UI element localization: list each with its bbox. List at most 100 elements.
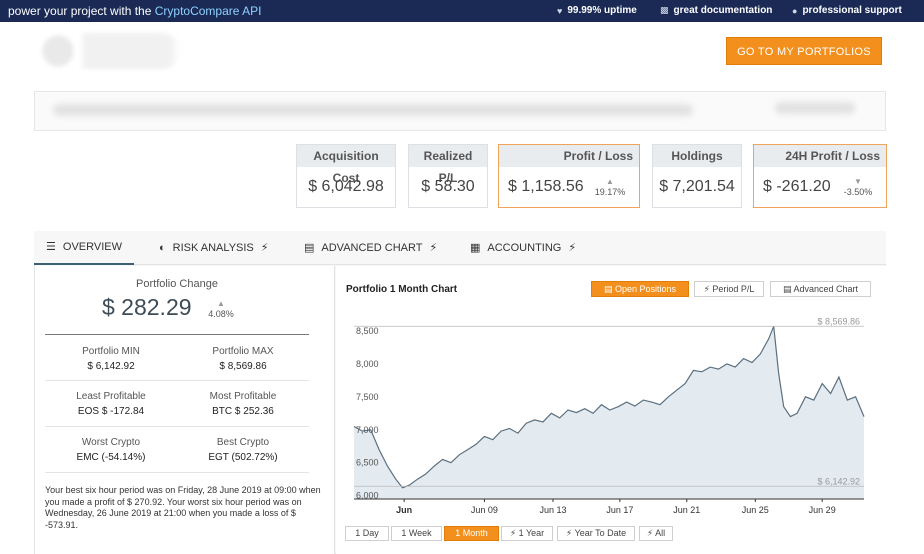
perk-uptime: ♥ 99.99% uptime bbox=[557, 5, 637, 16]
least-profitable: Least Profitable EOS $ -172.84 bbox=[45, 391, 177, 417]
chat-icon: ● bbox=[792, 5, 798, 16]
range-1-week[interactable]: 1 Week bbox=[391, 526, 442, 541]
worst-crypto-value: EMC (-54.14%) bbox=[76, 452, 146, 463]
y-tick-label: 6,500 bbox=[356, 458, 379, 468]
portfolio-max-label: Portfolio MAX bbox=[212, 346, 274, 357]
heart-icon: ♥ bbox=[557, 5, 563, 16]
stat-realized-pl: Realized P/L $ 58.30 bbox=[408, 144, 488, 208]
portfolio-change-pct: ▲ 4.08% bbox=[205, 298, 237, 320]
tab-label: OVERVIEW bbox=[62, 241, 122, 253]
bolt-icon: ⚡︎ bbox=[646, 528, 654, 538]
y-tick-label: 7,500 bbox=[356, 392, 379, 402]
promo-bar: power your project with the CryptoCompar… bbox=[0, 0, 924, 22]
caret-up-icon: ▲ bbox=[606, 177, 614, 186]
book-icon: ▩ bbox=[660, 5, 669, 15]
stat-acquisition-cost: Acquisition Cost $ 6,042.98 bbox=[296, 144, 396, 208]
stat-value: $ 6,042.98 bbox=[308, 178, 384, 195]
x-tick-label: Jun 13 bbox=[539, 505, 566, 515]
divider bbox=[45, 380, 309, 381]
perk-support-label: professional support bbox=[802, 5, 902, 16]
x-tick-label: Jun 25 bbox=[742, 505, 769, 515]
divider bbox=[45, 334, 309, 335]
range-year-to-date[interactable]: ⚡︎ Year To Date bbox=[557, 526, 635, 541]
y-tick-label: 8,000 bbox=[356, 359, 379, 369]
promo-prefix: power your project with the bbox=[8, 4, 155, 18]
range-1-day[interactable]: 1 Day bbox=[345, 526, 389, 541]
range-all-label: All bbox=[655, 528, 666, 538]
min-label: $ 6,142.92 bbox=[817, 476, 860, 486]
stat-value: $ 7,201.54 bbox=[659, 178, 735, 195]
stat-label: Holdings bbox=[653, 145, 741, 167]
tab-label: ACCOUNTING bbox=[487, 242, 562, 254]
best-crypto: Best Crypto EGT (502.72%) bbox=[177, 437, 309, 463]
x-tick-label: Jun 17 bbox=[606, 505, 633, 515]
perk-documentation-label: great documentation bbox=[673, 5, 773, 16]
pie-icon: ◐ bbox=[159, 242, 166, 254]
x-tick-label: Jun 21 bbox=[673, 505, 700, 515]
tab-label: RISK ANALYSIS bbox=[172, 242, 254, 254]
stat-holdings: Holdings $ 7,201.54 bbox=[652, 144, 742, 208]
least-profitable-value: EOS $ -172.84 bbox=[77, 406, 145, 417]
perk-uptime-label: 99.99% uptime bbox=[567, 5, 637, 16]
stat-profit-loss: Profit / Loss $ 1,158.56 ▲ 19.17% bbox=[498, 144, 640, 208]
range-year-to-date-label: Year To Date bbox=[574, 528, 627, 538]
tab-risk-analysis[interactable]: ◐ RISK ANALYSIS ⚡︎ bbox=[159, 231, 269, 265]
x-tick-label: Jun 09 bbox=[471, 505, 498, 515]
portfolio-max: Portfolio MAX $ 8,569.86 bbox=[177, 346, 309, 372]
promo-text[interactable]: power your project with the CryptoCompar… bbox=[8, 4, 261, 18]
portfolio-change-value: $ 282.29 bbox=[102, 294, 192, 320]
divider bbox=[45, 426, 309, 427]
range-1-month[interactable]: 1 Month bbox=[444, 526, 499, 541]
tab-accounting[interactable]: ▦ ACCOUNTING ⚡︎ bbox=[470, 231, 576, 265]
worst-crypto: Worst Crypto EMC (-54.14%) bbox=[45, 437, 177, 463]
portfolio-min-value: $ 6,142.92 bbox=[87, 361, 135, 372]
portfolio-min: Portfolio MIN $ 6,142.92 bbox=[45, 346, 177, 372]
most-profitable: Most Profitable BTC $ 252.36 bbox=[177, 391, 309, 417]
blurred-banner bbox=[34, 91, 886, 131]
caret-up-icon: ▲ bbox=[217, 299, 225, 308]
divider bbox=[45, 472, 309, 473]
perk-documentation: ▩ great documentation bbox=[660, 5, 772, 16]
stat-24h-profit-loss: 24H Profit / Loss $ -261.20 ▼ -3.50% bbox=[753, 144, 887, 208]
tab-overview[interactable]: ☰ OVERVIEW bbox=[34, 231, 134, 265]
best-crypto-label: Best Crypto bbox=[216, 437, 270, 448]
stat-label: Profit / Loss bbox=[499, 145, 639, 167]
bolt-icon: ⚡︎ bbox=[509, 528, 517, 538]
y-tick-label: 6,000 bbox=[356, 491, 379, 501]
x-tick-label: Jun 29 bbox=[809, 505, 836, 515]
stat-label: Acquisition Cost bbox=[297, 145, 395, 185]
six-hour-summary-note: Your best six hour period was on Friday,… bbox=[45, 485, 321, 530]
stat-label: 24H Profit / Loss bbox=[754, 145, 886, 167]
max-label: $ 8,569.86 bbox=[817, 316, 860, 326]
x-tick-label: Jun bbox=[396, 505, 412, 515]
stat-value: $ 58.30 bbox=[421, 178, 475, 195]
least-profitable-label: Least Profitable bbox=[76, 391, 146, 402]
range-all[interactable]: ⚡︎ All bbox=[639, 526, 673, 541]
range-1-year[interactable]: ⚡︎ 1 Year bbox=[501, 526, 553, 541]
portfolio-summary: Portfolio Change $ 282.29 ▲ 4.08% Portfo… bbox=[35, 266, 335, 554]
portfolio-min-label: Portfolio MIN bbox=[82, 346, 140, 357]
bolt-icon: ⚡︎ bbox=[260, 242, 269, 254]
portfolio-chart[interactable]: $ 8,569.86 $ 6,142.92 6,000 6,500 7,000 7,500… bbox=[336, 266, 886, 516]
worst-crypto-label: Worst Crypto bbox=[81, 437, 141, 448]
promo-api-link[interactable]: CryptoCompare API bbox=[155, 4, 262, 18]
chart-card: Portfolio 1 Month Chart ▤ Open Positions… bbox=[336, 266, 886, 554]
stat-label: Realized P/L bbox=[409, 145, 487, 185]
tab-label: ADVANCED CHART bbox=[321, 242, 423, 254]
stat-change-value: -3.50% bbox=[843, 187, 873, 197]
portfolio-max-value: $ 8,569.86 bbox=[219, 361, 267, 372]
y-tick-label: 8,500 bbox=[356, 326, 379, 336]
perk-support: ● professional support bbox=[792, 5, 902, 16]
stat-change: ▲ 19.17% bbox=[590, 176, 630, 198]
most-profitable-label: Most Profitable bbox=[209, 391, 277, 402]
bolt-icon: ⚡︎ bbox=[565, 528, 573, 538]
portfolio-change-label: Portfolio Change bbox=[136, 278, 218, 290]
most-profitable-value: BTC $ 252.36 bbox=[212, 406, 274, 417]
range-1-year-label: 1 Year bbox=[518, 528, 545, 538]
bolt-icon: ⚡︎ bbox=[429, 242, 438, 254]
go-to-portfolios-button[interactable]: GO TO MY PORTFOLIOS bbox=[726, 37, 882, 65]
bolt-icon: ⚡︎ bbox=[568, 242, 577, 254]
stat-change: ▼ -3.50% bbox=[838, 176, 878, 198]
tab-bar: ☰ OVERVIEW ◐ RISK ANALYSIS ⚡︎ ▤ ADVANCED… bbox=[34, 231, 886, 265]
tab-advanced-chart[interactable]: ▤ ADVANCED CHART ⚡︎ bbox=[304, 231, 437, 265]
